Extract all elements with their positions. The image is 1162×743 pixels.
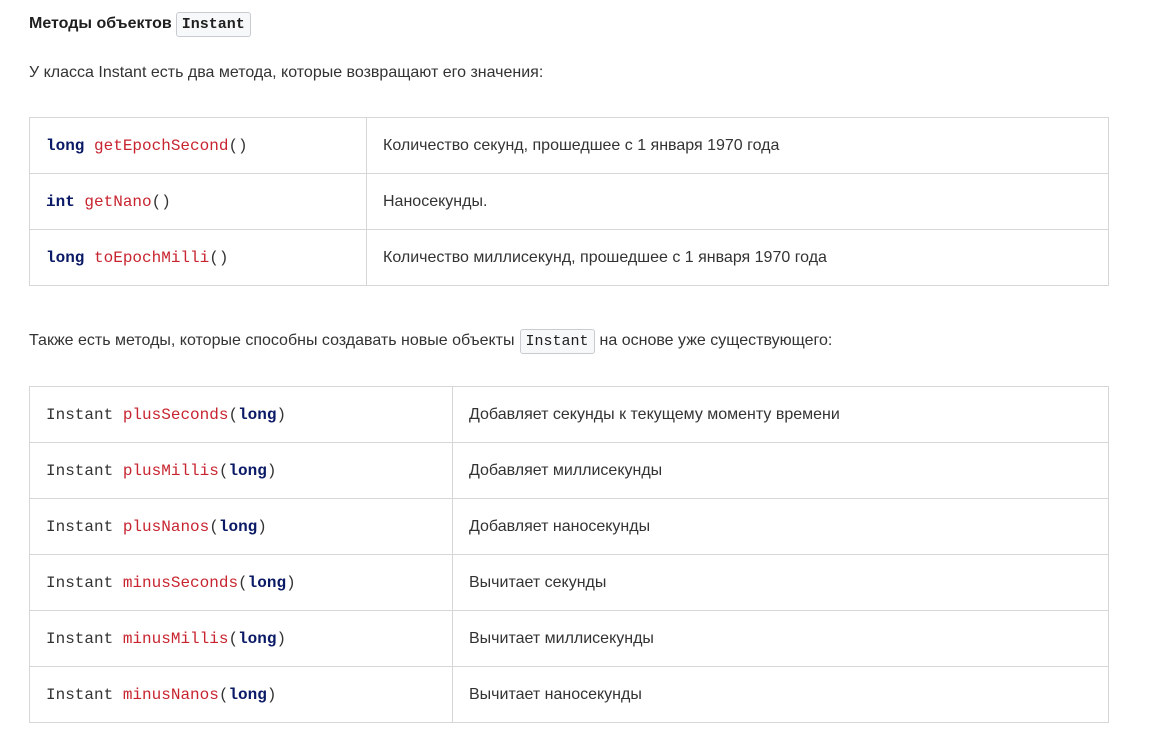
method-signature: Instant minusMillis(long) — [29, 610, 453, 667]
factory-paragraph-code: Instant — [519, 328, 595, 354]
method-description: Добавляет секунды к текущему моменту вре… — [452, 386, 1109, 443]
paren-close: ) — [286, 573, 296, 592]
method-signature: Instant plusMillis(long) — [29, 442, 453, 499]
factory-methods-table: Instant plusSeconds(long) Добавляет секу… — [29, 386, 1109, 723]
table-row: long getEpochSecond() Количество секунд,… — [29, 117, 1109, 174]
paren-close: ) — [276, 629, 287, 648]
method-signature: long getEpochSecond() — [29, 117, 367, 174]
return-type: Instant — [46, 573, 114, 592]
method-params: () — [228, 136, 248, 155]
param-type: long — [238, 405, 277, 424]
return-type: Instant — [46, 405, 114, 424]
paren-close: ) — [257, 517, 267, 536]
param-type: long — [218, 517, 258, 536]
return-type: Instant — [46, 517, 114, 536]
getter-methods-table: long getEpochSecond() Количество секунд,… — [29, 117, 1109, 286]
method-description: Количество миллисекунд, прошедшее с 1 ян… — [366, 229, 1109, 286]
table-row: Instant plusMillis(long) Добавляет милли… — [29, 442, 1109, 499]
table-row: Instant plusSeconds(long) Добавляет секу… — [29, 386, 1109, 443]
method-signature: Instant minusNanos(long) — [29, 666, 453, 723]
method-name: plusSeconds — [122, 405, 229, 424]
paren-close: ) — [276, 405, 287, 424]
return-type: Instant — [46, 629, 114, 648]
factory-paragraph-after: на основе уже существующего: — [599, 332, 833, 349]
method-description: Добавляет миллисекунды — [452, 442, 1109, 499]
param-type: long — [228, 461, 267, 480]
method-signature: Instant minusSeconds(long) — [29, 554, 453, 611]
method-params: () — [209, 248, 229, 267]
section-heading-code: Instant — [175, 11, 251, 37]
method-description: Вычитает миллисекунды — [452, 610, 1109, 667]
method-name: toEpochMilli — [94, 248, 210, 267]
paren-open: ( — [238, 573, 248, 592]
paren-open: ( — [228, 629, 239, 648]
method-signature: Instant plusNanos(long) — [29, 498, 453, 555]
paren-open: ( — [209, 517, 219, 536]
method-description: Добавляет наносекунды — [452, 498, 1109, 555]
param-type: long — [238, 629, 277, 648]
table-row: Instant minusMillis(long) Вычитает милли… — [29, 610, 1109, 667]
method-name: minusMillis — [122, 629, 229, 648]
table-row: Instant minusSeconds(long) Вычитает секу… — [29, 554, 1109, 611]
method-name: plusMillis — [122, 461, 219, 480]
table-row: Instant plusNanos(long) Добавляет наносе… — [29, 498, 1109, 555]
method-params: () — [151, 192, 171, 211]
method-name: minusSeconds — [122, 573, 239, 592]
method-signature: int getNano() — [29, 173, 367, 230]
paren-open: ( — [228, 405, 239, 424]
return-type: long — [46, 248, 85, 267]
method-description: Вычитает секунды — [452, 554, 1109, 611]
table-row: int getNano() Наносекунды. — [29, 173, 1109, 230]
return-type: int — [46, 192, 75, 211]
paren-close: ) — [266, 685, 277, 704]
factory-paragraph-before: Также есть методы, которые способны созд… — [29, 332, 515, 349]
return-type: Instant — [46, 685, 114, 704]
paren-open: ( — [218, 461, 229, 480]
table-row: long toEpochMilli() Количество миллисеку… — [29, 229, 1109, 286]
paren-close: ) — [266, 461, 277, 480]
return-type: long — [46, 136, 85, 155]
method-signature: Instant plusSeconds(long) — [29, 386, 453, 443]
intro-paragraph: У класса Instant есть два метода, которы… — [29, 64, 544, 81]
method-description: Вычитает наносекунды — [452, 666, 1109, 723]
paren-open: ( — [218, 685, 229, 704]
method-signature: long toEpochMilli() — [29, 229, 367, 286]
method-name: getEpochSecond — [94, 136, 229, 155]
method-description: Наносекунды. — [366, 173, 1109, 230]
return-type: Instant — [46, 461, 114, 480]
method-name: minusNanos — [122, 685, 219, 704]
table-row: Instant minusNanos(long) Вычитает наносе… — [29, 666, 1109, 723]
section-heading-text: Методы объектов — [29, 15, 172, 32]
factory-paragraph: Также есть методы, которые способны созд… — [29, 327, 832, 355]
section-heading: Методы объектов Instant — [29, 10, 251, 38]
method-name: plusNanos — [122, 517, 210, 536]
method-description: Количество секунд, прошедшее с 1 января … — [366, 117, 1109, 174]
param-type: long — [228, 685, 267, 704]
method-name: getNano — [84, 192, 152, 211]
param-type: long — [247, 573, 287, 592]
